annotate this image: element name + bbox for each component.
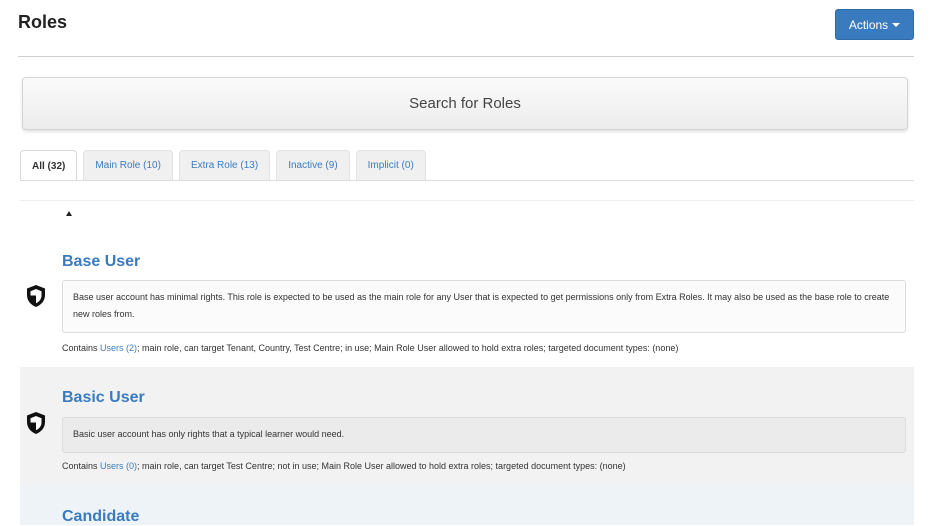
list-item: Candidate (20, 485, 914, 525)
users-link[interactable]: Users (0) (100, 461, 137, 471)
role-contains-info: Contains Users (2); main role, can targe… (62, 343, 678, 353)
tabs-divider (20, 180, 914, 181)
search-label: Search for Roles (409, 95, 521, 112)
role-description: Basic user account has only rights that … (62, 417, 906, 453)
role-name-link[interactable]: Candidate (62, 508, 139, 526)
role-description: Base user account has minimal rights. Th… (62, 280, 906, 333)
list-item: Basic User Basic user account has only r… (20, 367, 914, 485)
list-item: Base User Base user account has minimal … (20, 227, 914, 367)
users-link[interactable]: Users (2) (100, 343, 137, 353)
shield-icon (27, 285, 45, 307)
tab-inactive[interactable]: Inactive (9) (276, 150, 350, 180)
role-name-link[interactable]: Base User (62, 253, 140, 271)
role-filter-tabs: All (32) Main Role (10) Extra Role (13) … (20, 150, 426, 181)
contains-details: ; main role, can target Test Centre; not… (137, 461, 626, 471)
actions-label: Actions (848, 17, 889, 32)
actions-button[interactable]: Actions (835, 9, 914, 40)
search-roles-toggle[interactable]: Search for Roles (22, 77, 908, 130)
tab-extra-role[interactable]: Extra Role (13) (178, 150, 271, 180)
title-divider (18, 56, 914, 57)
sort-header[interactable] (20, 200, 914, 228)
role-contains-info: Contains Users (0); main role, can targe… (62, 461, 626, 471)
caret-down-icon (892, 22, 901, 27)
tab-main-role[interactable]: Main Role (10) (83, 150, 173, 180)
role-name-link[interactable]: Basic User (62, 389, 145, 407)
shield-icon (27, 412, 45, 434)
sort-ascending-icon[interactable] (66, 211, 72, 216)
tab-all[interactable]: All (32) (20, 150, 78, 181)
contains-details: ; main role, can target Tenant, Country,… (137, 343, 679, 353)
contains-prefix: Contains (62, 343, 101, 353)
page-title: Roles (18, 12, 68, 32)
contains-prefix: Contains (62, 461, 101, 471)
tab-implicit[interactable]: Implicit (0) (355, 150, 426, 180)
